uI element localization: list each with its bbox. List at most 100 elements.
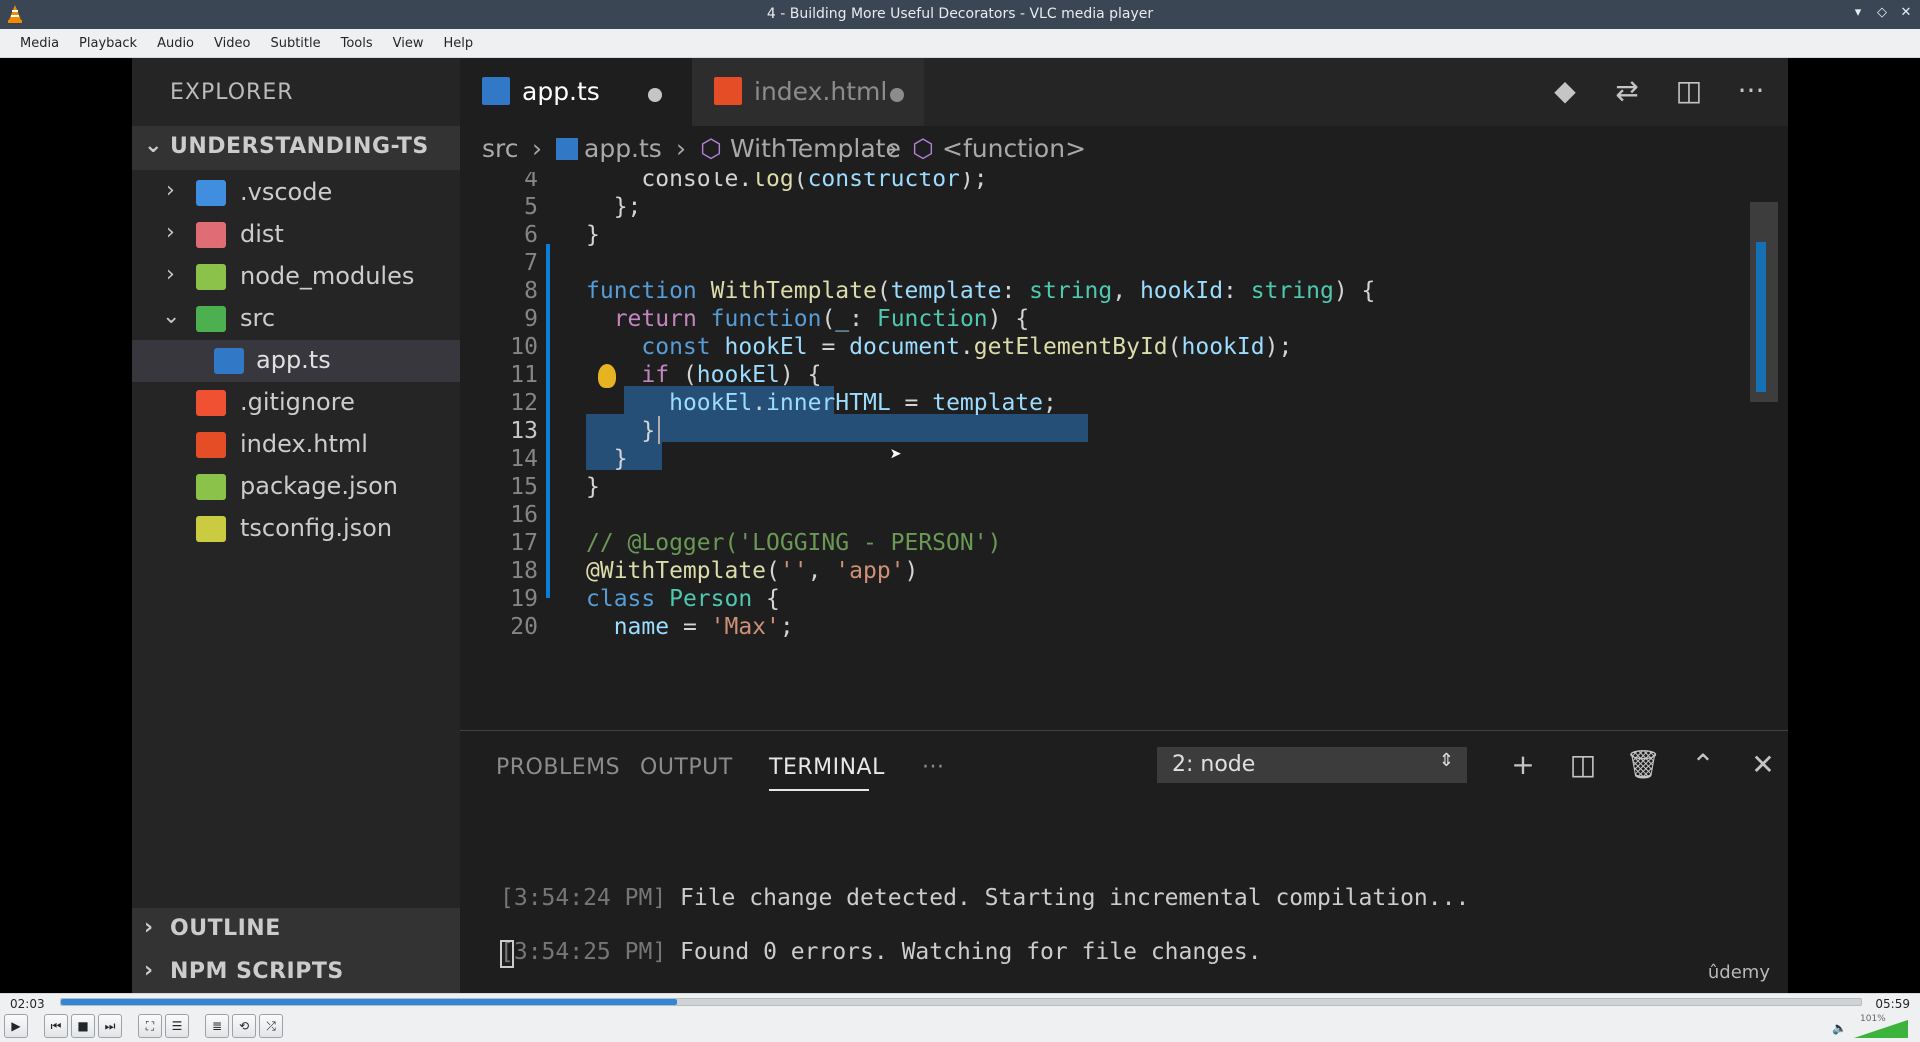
- explorer-sidebar: EXPLORER ⌄ UNDERSTANDING-TS › .vscode › …: [132, 58, 460, 993]
- line-number: 8: [524, 278, 538, 304]
- chevron-down-icon: ⌄: [144, 133, 163, 158]
- terminal-line: [3:54:25 PM] Found 0 errors. Watching fo…: [500, 939, 1262, 965]
- chevron-right-icon: ›: [144, 915, 154, 940]
- project-name: UNDERSTANDING-TS: [170, 134, 429, 159]
- html-file-icon: [196, 432, 226, 458]
- code-line: }: [586, 474, 600, 500]
- loop-button[interactable]: ⟲: [232, 1014, 256, 1038]
- code-line: // @Logger('LOGGING - PERSON'): [586, 530, 1002, 556]
- shuffle-button[interactable]: ⤮: [259, 1014, 283, 1038]
- chevron-right-icon: ›: [888, 134, 898, 163]
- npm-scripts-label: NPM SCRIPTS: [170, 959, 344, 984]
- minimize-button[interactable]: ▾: [1850, 3, 1866, 23]
- line-number: 9: [524, 306, 538, 332]
- code-editor: 4 5 6 7 8 9 10 11 12 13 14 15 16 17 18 1…: [460, 172, 1788, 787]
- volume-slider[interactable]: [1854, 1018, 1908, 1038]
- folder-open-icon: [196, 306, 226, 332]
- line-number: 13: [510, 418, 538, 444]
- line-number: 5: [524, 194, 538, 220]
- code-line: function WithTemplate(template: string, …: [586, 278, 1376, 304]
- code-line: }: [586, 446, 628, 472]
- terminal-cursor: [500, 940, 514, 968]
- menu-media[interactable]: Media: [10, 29, 69, 58]
- menu-subtitle[interactable]: Subtitle: [260, 29, 330, 58]
- chevron-right-icon: ›: [144, 958, 154, 983]
- volume-control[interactable]: 🔈 101%: [1832, 1014, 1912, 1040]
- next-button[interactable]: ⏭: [98, 1014, 122, 1038]
- menu-help[interactable]: Help: [434, 29, 484, 58]
- menu-audio[interactable]: Audio: [147, 29, 204, 58]
- window-title: 4 - Building More Useful Decorators - VL…: [766, 6, 1154, 22]
- add-terminal-icon[interactable]: +: [1505, 747, 1541, 783]
- line-number: 10: [510, 334, 538, 360]
- tab-terminal[interactable]: TERMINAL: [769, 755, 885, 780]
- breadcrumb-item: app.ts: [584, 134, 662, 163]
- git-compare-icon: ◆: [1554, 74, 1576, 107]
- editor-scrollbar[interactable]: [1750, 202, 1778, 402]
- fullscreen-button[interactable]: ⛶: [138, 1014, 162, 1038]
- tree-item-index-html: index.html: [132, 424, 460, 466]
- terminal-select[interactable]: 2: node ⇕: [1157, 747, 1467, 783]
- previous-button[interactable]: ⏮: [44, 1014, 68, 1038]
- panel-more-icon[interactable]: ···: [922, 755, 944, 780]
- menu-view[interactable]: View: [383, 29, 434, 58]
- nodejs-file-icon: [196, 474, 226, 500]
- git-change-bar: [546, 244, 550, 598]
- line-number: 20: [510, 614, 538, 640]
- code-line: @WithTemplate('', 'app'): [586, 558, 919, 584]
- play-button[interactable]: ▶: [4, 1014, 28, 1038]
- line-number: 11: [510, 362, 538, 388]
- close-button[interactable]: ✕: [1898, 3, 1914, 23]
- line-number: 16: [510, 502, 538, 528]
- line-number: 6: [524, 222, 538, 248]
- tab-problems[interactable]: PROBLEMS: [496, 755, 620, 780]
- menu-video[interactable]: Video: [204, 29, 260, 58]
- tab-index-html: index.html: [692, 58, 924, 126]
- tree-item-label: index.html: [240, 430, 368, 458]
- seek-bar-fill: [61, 999, 677, 1005]
- tree-item-gitignore: .gitignore: [132, 382, 460, 424]
- split-terminal-icon[interactable]: ◫: [1565, 747, 1601, 783]
- video-surface[interactable]: EXPLORER ⌄ UNDERSTANDING-TS › .vscode › …: [0, 58, 1920, 993]
- chevron-down-icon: ⌄: [162, 304, 181, 329]
- playlist-button[interactable]: ≣: [205, 1014, 229, 1038]
- bottom-panel: PROBLEMS OUTPUT TERMINAL ··· 2: node ⇕ +…: [460, 730, 1788, 993]
- tab-label: app.ts: [522, 77, 600, 106]
- total-time: 05:59: [1875, 997, 1910, 1011]
- tree-item-label: dist: [240, 220, 284, 248]
- text-cursor: [658, 416, 660, 444]
- stop-button[interactable]: ■: [71, 1014, 95, 1038]
- tree-item-tsconfig-json: tsconfig.json: [132, 508, 460, 550]
- folder-icon: [196, 180, 226, 206]
- tree-item-label: src: [240, 304, 276, 332]
- seek-bar[interactable]: [60, 998, 1862, 1006]
- explorer-title: EXPLORER: [170, 80, 294, 105]
- line-number: 18: [510, 558, 538, 584]
- code-line: name = 'Max';: [613, 614, 794, 640]
- tree-item-dist: › dist: [132, 214, 460, 256]
- npm-scripts-header: › NPM SCRIPTS: [132, 951, 460, 993]
- trash-icon[interactable]: 🗑: [1625, 747, 1661, 783]
- close-panel-icon[interactable]: ✕: [1745, 747, 1781, 783]
- title-bar: 4 - Building More Useful Decorators - VL…: [0, 0, 1920, 29]
- selection-highlight: [586, 414, 1088, 442]
- extended-settings-button[interactable]: ☰: [165, 1014, 189, 1038]
- tab-output[interactable]: OUTPUT: [640, 755, 733, 780]
- code-line: }: [586, 418, 656, 444]
- unsaved-dot-icon: [648, 88, 662, 102]
- tree-item-app-ts: app.ts: [132, 340, 460, 382]
- unsaved-dot-icon: [890, 88, 904, 102]
- menu-tools[interactable]: Tools: [331, 29, 383, 58]
- tree-item-node-modules: › node_modules: [132, 256, 460, 298]
- tree-item-label: package.json: [240, 472, 399, 500]
- chevron-up-icon[interactable]: ⌃: [1685, 747, 1721, 783]
- tree-item-label: node_modules: [240, 262, 415, 290]
- speaker-icon[interactable]: 🔈: [1832, 1021, 1847, 1035]
- tab-app-ts: app.ts: [460, 58, 692, 126]
- maximize-button[interactable]: ◇: [1874, 3, 1890, 23]
- line-number: 7: [524, 250, 538, 276]
- lightbulb-icon[interactable]: [598, 364, 616, 388]
- menu-playback[interactable]: Playback: [69, 29, 147, 58]
- terminal-line: [3:54:24 PM] File change detected. Start…: [500, 885, 1470, 911]
- line-number: 17: [510, 530, 538, 556]
